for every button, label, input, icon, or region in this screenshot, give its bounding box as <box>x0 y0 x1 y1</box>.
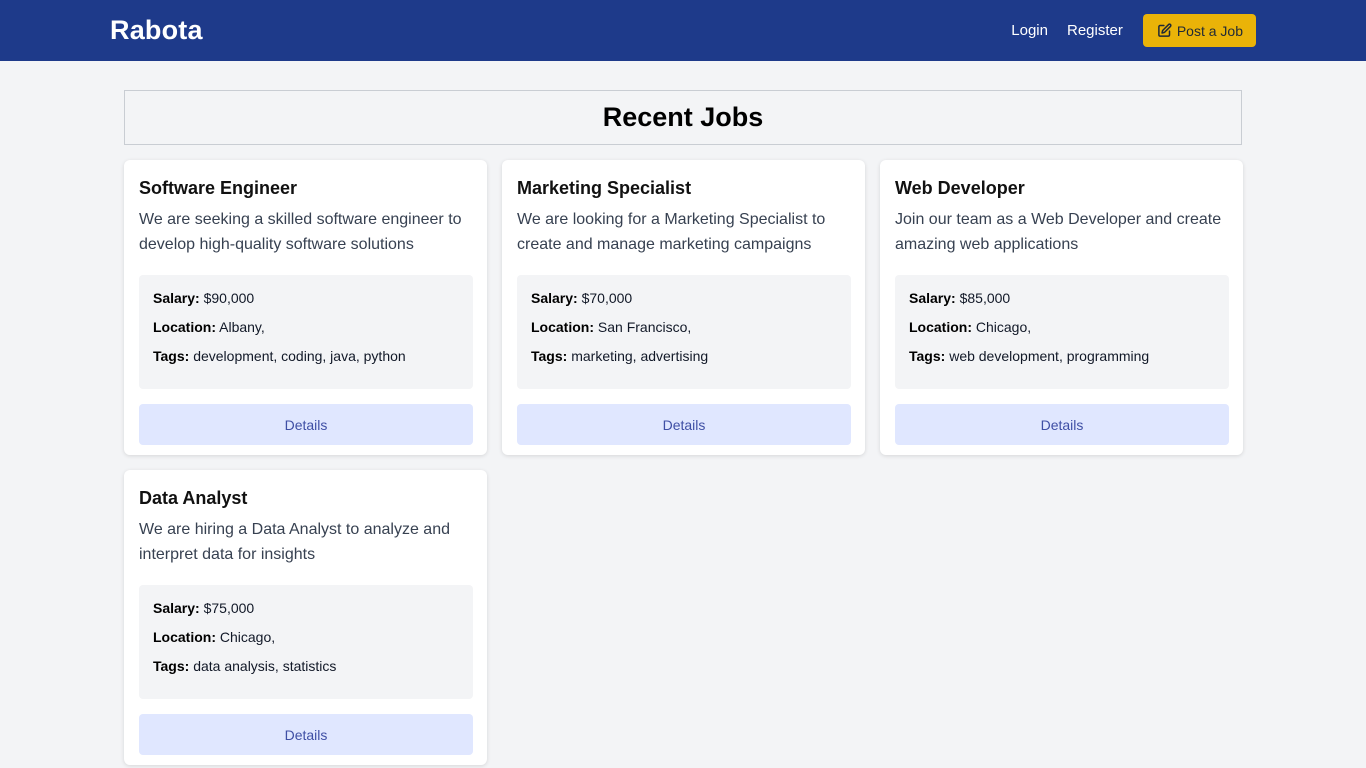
job-card: Data Analyst We are hiring a Data Analys… <box>124 470 487 765</box>
salary-label: Salary: <box>153 600 200 616</box>
details-button[interactable]: Details <box>895 404 1229 445</box>
location-row: Location: Albany, <box>153 319 459 336</box>
tags-value: development, coding, java, python <box>193 348 406 364</box>
job-card: Software Engineer We are seeking a skill… <box>124 160 487 455</box>
job-title: Web Developer <box>895 178 1025 198</box>
location-value: San Francisco, <box>597 319 692 335</box>
location-label: Location: <box>909 319 972 335</box>
job-description: We are seeking a skilled software engine… <box>139 211 462 253</box>
tags-row: Tags: web development, programming <box>909 348 1215 365</box>
salary-row: Salary: $70,000 <box>531 290 837 307</box>
edit-icon <box>1157 23 1172 37</box>
brand-logo[interactable]: Rabota <box>110 15 203 46</box>
tags-value: data analysis, statistics <box>193 658 337 674</box>
tags-row: Tags: data analysis, statistics <box>153 658 459 675</box>
nav-actions: Login Register Post a Job <box>992 14 1256 47</box>
job-grid: Software Engineer We are seeking a skill… <box>124 160 1243 765</box>
job-card: Web Developer Join our team as a Web Dev… <box>880 160 1243 455</box>
job-description: We are hiring a Data Analyst to analyze … <box>139 521 450 563</box>
post-job-label: Post a Job <box>1176 22 1243 39</box>
tags-label: Tags: <box>153 658 190 674</box>
tags-value: marketing, advertising <box>571 348 709 364</box>
login-link[interactable]: Login <box>1011 22 1048 39</box>
location-label: Location: <box>531 319 594 335</box>
salary-row: Salary: $90,000 <box>153 290 459 307</box>
job-info-box: Salary: $75,000 Location: Chicago, Tags:… <box>139 585 473 699</box>
details-button[interactable]: Details <box>139 714 473 755</box>
post-job-button[interactable]: Post a Job <box>1142 14 1256 47</box>
tags-label: Tags: <box>531 348 568 364</box>
job-info-box: Salary: $85,000 Location: Chicago, Tags:… <box>895 275 1229 389</box>
tags-value: web development, programming <box>949 348 1150 364</box>
salary-label: Salary: <box>153 290 200 306</box>
salary-label: Salary: <box>531 290 578 306</box>
location-value: Albany, <box>219 319 265 335</box>
page-title: Recent Jobs <box>124 90 1242 145</box>
location-value: Chicago, <box>975 319 1032 335</box>
salary-row: Salary: $75,000 <box>153 600 459 617</box>
navbar: Rabota Login Register Post a Job <box>0 0 1366 61</box>
job-description: We are looking for a Marketing Specialis… <box>517 211 826 253</box>
location-label: Location: <box>153 319 216 335</box>
job-info-box: Salary: $70,000 Location: San Francisco,… <box>517 275 851 389</box>
job-description: Join our team as a Web Developer and cre… <box>895 211 1222 253</box>
job-title: Software Engineer <box>139 178 298 198</box>
job-card: Marketing Specialist We are looking for … <box>502 160 865 455</box>
register-link[interactable]: Register <box>1067 22 1123 39</box>
tags-row: Tags: development, coding, java, python <box>153 348 459 365</box>
location-row: Location: San Francisco, <box>531 319 837 336</box>
details-button[interactable]: Details <box>139 404 473 445</box>
job-title: Marketing Specialist <box>517 178 692 198</box>
location-row: Location: Chicago, <box>909 319 1215 336</box>
tags-label: Tags: <box>153 348 190 364</box>
location-row: Location: Chicago, <box>153 629 459 646</box>
main-content: Recent Jobs Software Engineer We are see… <box>124 90 1243 765</box>
details-button[interactable]: Details <box>517 404 851 445</box>
salary-label: Salary: <box>909 290 956 306</box>
job-title: Data Analyst <box>139 488 248 508</box>
location-label: Location: <box>153 629 216 645</box>
job-info-box: Salary: $90,000 Location: Albany, Tags: … <box>139 275 473 389</box>
tags-row: Tags: marketing, advertising <box>531 348 837 365</box>
location-value: Chicago, <box>219 629 276 645</box>
salary-value: $85,000 <box>959 290 1011 306</box>
tags-label: Tags: <box>909 348 946 364</box>
salary-value: $90,000 <box>203 290 255 306</box>
salary-value: $70,000 <box>581 290 633 306</box>
salary-row: Salary: $85,000 <box>909 290 1215 307</box>
salary-value: $75,000 <box>203 600 255 616</box>
